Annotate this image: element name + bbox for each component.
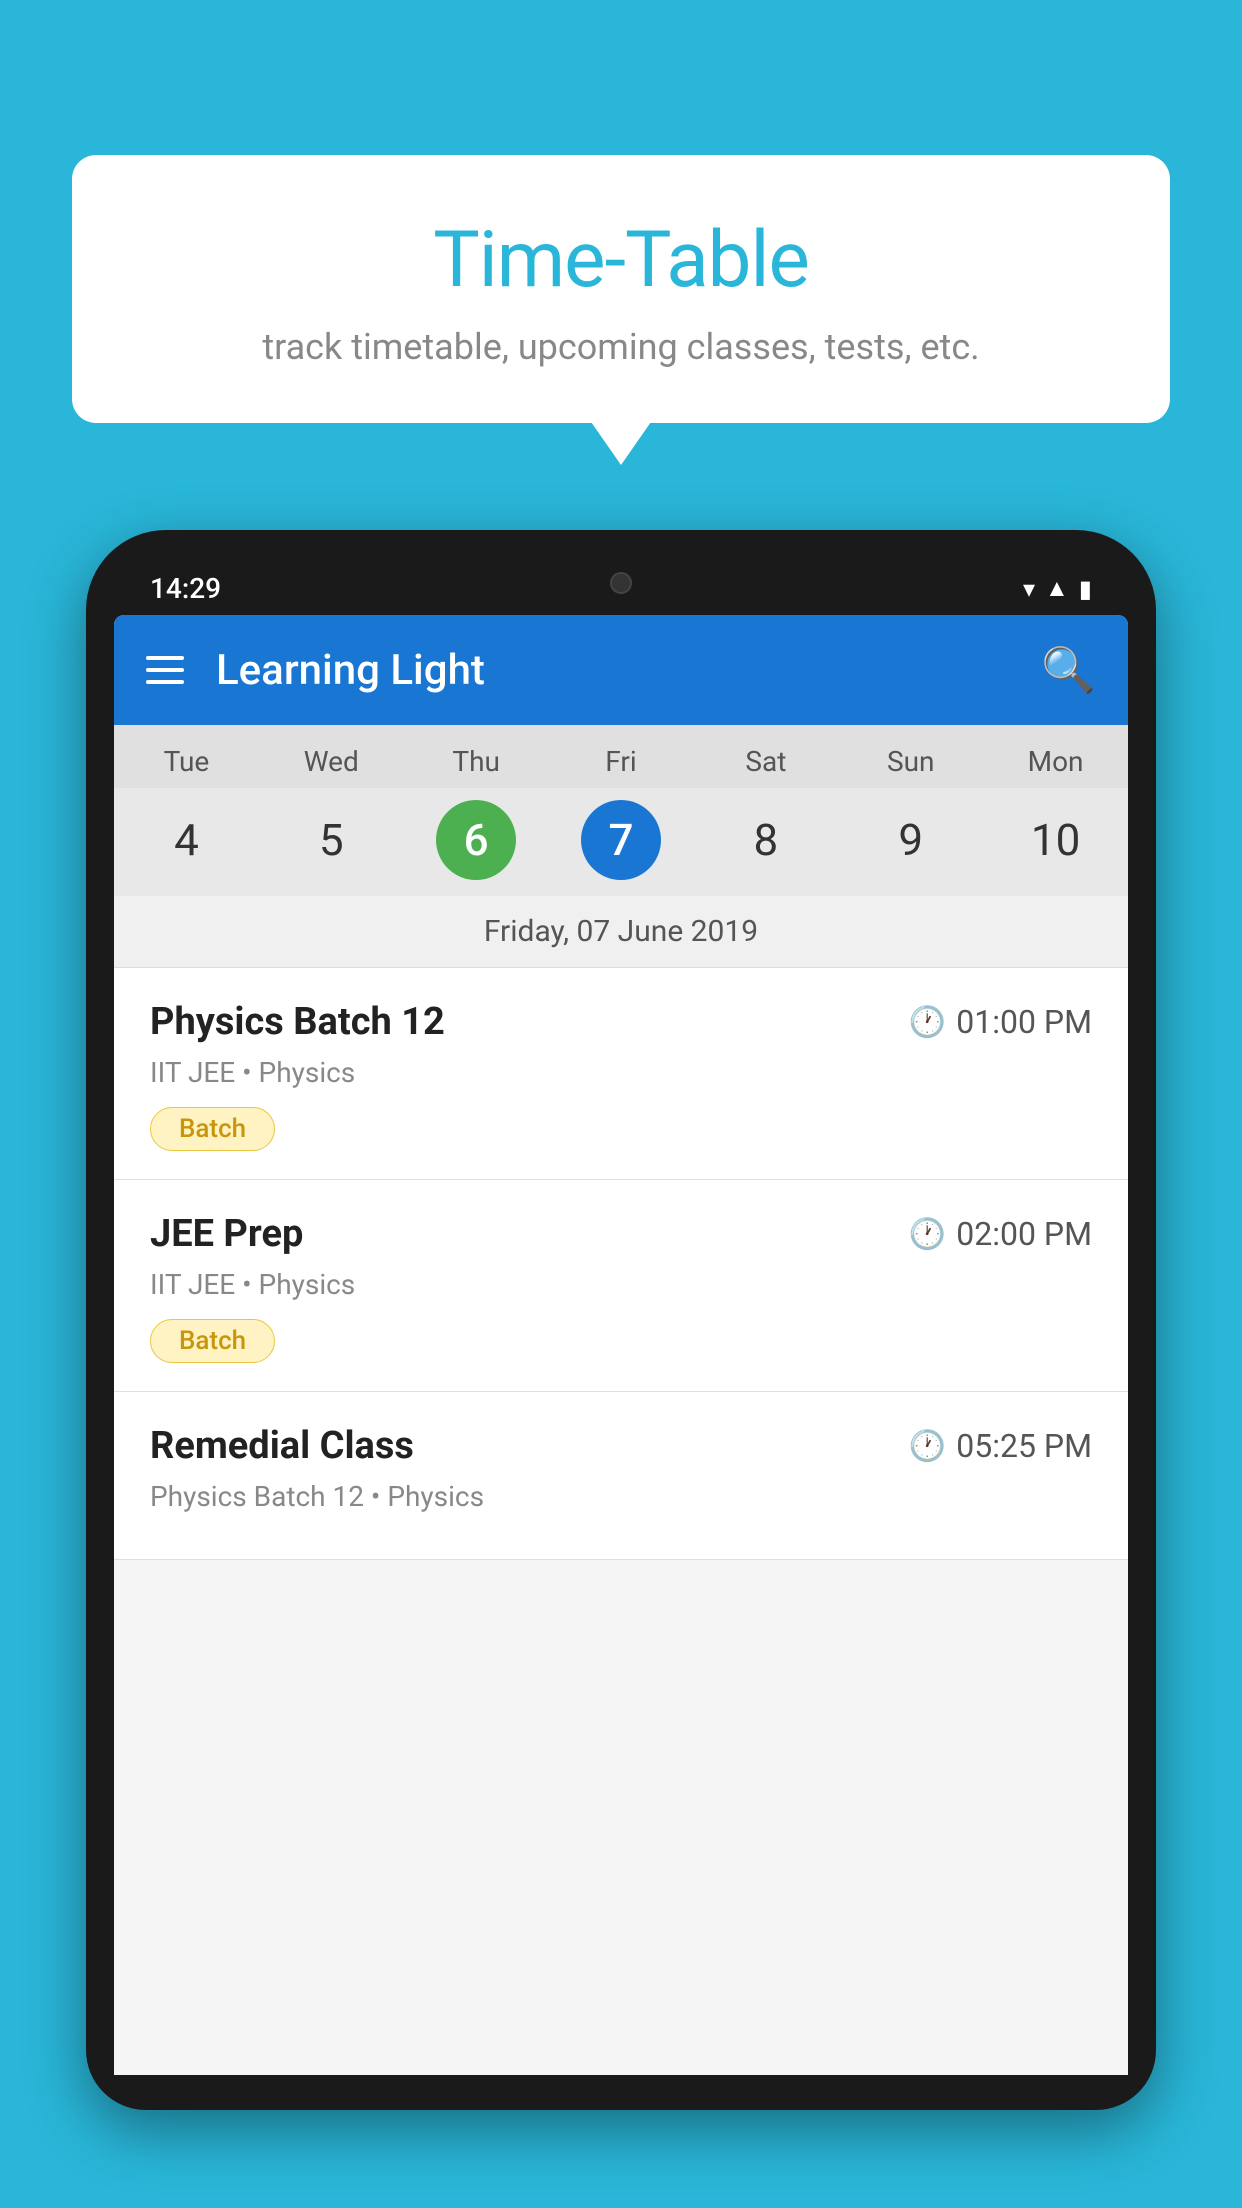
- class-name-physics-batch-12: Physics Batch 12: [150, 1000, 445, 1044]
- class-time-2: 🕐 02:00 PM: [909, 1215, 1092, 1253]
- day-6[interactable]: 6: [404, 800, 549, 880]
- app-title: Learning Light: [216, 646, 1041, 695]
- day-9[interactable]: 9: [838, 800, 983, 880]
- status-icons: ▾ ▲ ▮: [1023, 574, 1092, 603]
- calendar-strip: Tue Wed Thu Fri Sat Sun Mon 4 5 6 7: [114, 725, 1128, 968]
- phone-wrapper: 14:29 ▾ ▲ ▮ Learning Light 🔍: [86, 530, 1156, 2208]
- class-card-top-3: Remedial Class 🕐 05:25 PM: [150, 1424, 1092, 1468]
- class-card-remedial[interactable]: Remedial Class 🕐 05:25 PM Physics Batch …: [114, 1392, 1128, 1560]
- app-bar: Learning Light 🔍: [114, 615, 1128, 725]
- day-header-mon: Mon: [983, 745, 1128, 778]
- signal-icon: ▲: [1045, 574, 1069, 603]
- clock-icon-3: 🕐: [909, 1429, 946, 1464]
- wifi-icon: ▾: [1023, 575, 1035, 603]
- status-bar: 14:29 ▾ ▲ ▮: [114, 558, 1128, 615]
- notch: [531, 558, 711, 608]
- day-5[interactable]: 5: [259, 800, 404, 880]
- phone-screen: Learning Light 🔍 Tue Wed Thu Fri Sat Sun…: [114, 615, 1128, 2075]
- class-card-physics-batch-12[interactable]: Physics Batch 12 🕐 01:00 PM IIT JEE • Ph…: [114, 968, 1128, 1180]
- day-7[interactable]: 7: [549, 800, 694, 880]
- class-time-1: 🕐 01:00 PM: [909, 1003, 1092, 1041]
- class-card-top-1: Physics Batch 12 🕐 01:00 PM: [150, 1000, 1092, 1044]
- class-list: Physics Batch 12 🕐 01:00 PM IIT JEE • Ph…: [114, 968, 1128, 1560]
- speech-bubble: Time-Table track timetable, upcoming cla…: [72, 155, 1170, 423]
- class-card-jee-prep[interactable]: JEE Prep 🕐 02:00 PM IIT JEE • Physics Ba…: [114, 1180, 1128, 1392]
- hamburger-menu-button[interactable]: [146, 656, 184, 684]
- class-card-top-2: JEE Prep 🕐 02:00 PM: [150, 1212, 1092, 1256]
- day-header-wed: Wed: [259, 745, 404, 778]
- day-header-thu: Thu: [404, 745, 549, 778]
- class-time-3: 🕐 05:25 PM: [909, 1427, 1092, 1465]
- class-time-value-3: 05:25 PM: [956, 1427, 1092, 1465]
- batch-badge-2: Batch: [150, 1319, 275, 1363]
- class-meta-3: Physics Batch 12 • Physics: [150, 1480, 1092, 1513]
- day-headers: Tue Wed Thu Fri Sat Sun Mon: [114, 725, 1128, 788]
- phone-outer: 14:29 ▾ ▲ ▮ Learning Light 🔍: [86, 530, 1156, 2110]
- class-name-jee-prep: JEE Prep: [150, 1212, 303, 1256]
- day-header-fri: Fri: [549, 745, 694, 778]
- hamburger-line-3: [146, 680, 184, 684]
- battery-icon: ▮: [1079, 575, 1092, 603]
- batch-badge-1: Batch: [150, 1107, 275, 1151]
- class-name-remedial: Remedial Class: [150, 1424, 414, 1468]
- day-header-tue: Tue: [114, 745, 259, 778]
- clock-icon-1: 🕐: [909, 1005, 946, 1040]
- class-time-value-1: 01:00 PM: [956, 1003, 1092, 1041]
- class-meta-1: IIT JEE • Physics: [150, 1056, 1092, 1089]
- day-6-circle: 6: [436, 800, 516, 880]
- day-8[interactable]: 8: [693, 800, 838, 880]
- hamburger-line-1: [146, 656, 184, 660]
- day-header-sun: Sun: [838, 745, 983, 778]
- camera-dot: [610, 572, 632, 594]
- day-header-sat: Sat: [693, 745, 838, 778]
- hamburger-line-2: [146, 668, 184, 672]
- day-7-circle: 7: [581, 800, 661, 880]
- speech-bubble-area: Time-Table track timetable, upcoming cla…: [72, 155, 1170, 423]
- bubble-title: Time-Table: [122, 215, 1120, 306]
- day-4[interactable]: 4: [114, 800, 259, 880]
- day-numbers: 4 5 6 7 8 9 10: [114, 788, 1128, 896]
- search-button[interactable]: 🔍: [1041, 644, 1096, 696]
- class-meta-2: IIT JEE • Physics: [150, 1268, 1092, 1301]
- class-time-value-2: 02:00 PM: [956, 1215, 1092, 1253]
- clock-icon-2: 🕐: [909, 1217, 946, 1252]
- day-10[interactable]: 10: [983, 800, 1128, 880]
- bubble-subtitle: track timetable, upcoming classes, tests…: [122, 326, 1120, 368]
- selected-date-label: Friday, 07 June 2019: [114, 896, 1128, 968]
- status-time: 14:29: [150, 572, 221, 605]
